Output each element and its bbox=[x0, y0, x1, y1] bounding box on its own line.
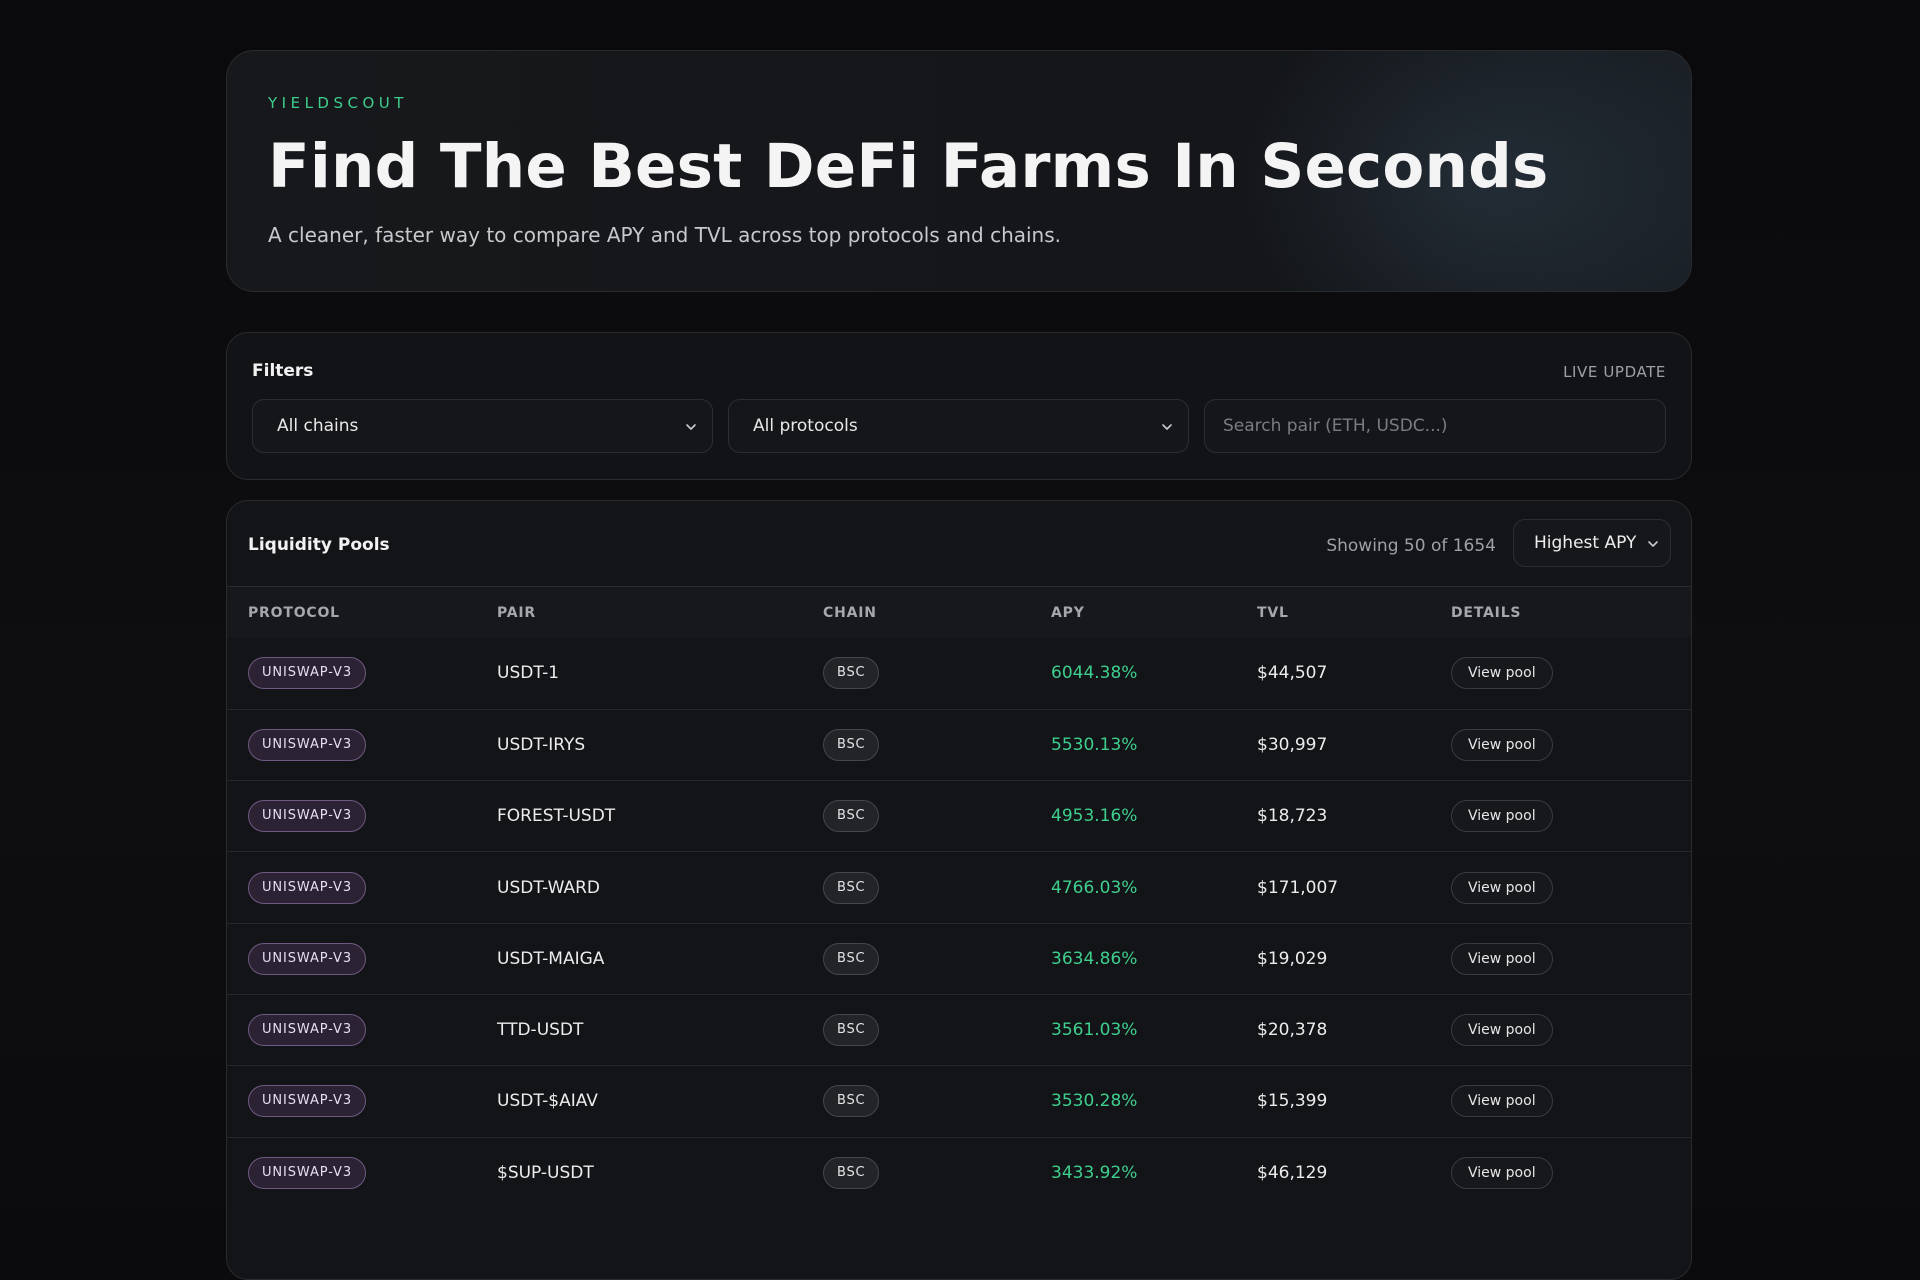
pair-cell: USDT-IRYS bbox=[497, 734, 586, 755]
apy-cell: 4766.03% bbox=[1051, 877, 1138, 898]
apy-cell: 3634.86% bbox=[1051, 948, 1138, 969]
liquidity-pools-panel: Liquidity Pools Showing 50 of 1654 Highe… bbox=[226, 500, 1692, 1280]
protocol-tag: UNISWAP-V3 bbox=[248, 800, 367, 833]
tvl-cell: $44,507 bbox=[1257, 663, 1328, 684]
chevron-down-icon bbox=[1648, 541, 1658, 547]
hero-banner: YIELDSCOUT Find The Best DeFi Farms In S… bbox=[226, 50, 1692, 292]
view-pool-button[interactable]: View pool bbox=[1451, 1085, 1553, 1118]
chain-tag: BSC bbox=[823, 942, 880, 975]
pair-cell: FOREST-USDT bbox=[497, 806, 616, 827]
chain-tag: BSC bbox=[823, 1014, 880, 1047]
protocol-tag: UNISWAP-V3 bbox=[248, 1156, 367, 1189]
apy-cell: 3561.03% bbox=[1051, 1020, 1138, 1041]
page-title: Find The Best DeFi Farms In Seconds bbox=[268, 131, 1549, 202]
filters-title: Filters bbox=[252, 361, 314, 381]
protocol-tag: UNISWAP-V3 bbox=[248, 871, 367, 904]
pair-cell: $SUP-USDT bbox=[497, 1162, 594, 1183]
protocol-tag: UNISWAP-V3 bbox=[248, 1014, 367, 1047]
chevron-down-icon bbox=[1162, 424, 1172, 430]
view-pool-button[interactable]: View pool bbox=[1451, 800, 1553, 833]
protocol-select-value: All protocols bbox=[753, 416, 858, 436]
view-pool-button[interactable]: View pool bbox=[1451, 1156, 1553, 1189]
column-header-tvl[interactable]: TVL bbox=[1257, 587, 1451, 638]
table-row: UNISWAP-V3 $SUP-USDT BSC 3433.92% $46,12… bbox=[227, 1137, 1691, 1208]
table-row: UNISWAP-V3 USDT-IRYS BSC 5530.13% $30,99… bbox=[227, 709, 1691, 780]
chain-tag: BSC bbox=[823, 1156, 880, 1189]
chain-tag: BSC bbox=[823, 728, 880, 761]
column-header-protocol[interactable]: PROTOCOL bbox=[227, 587, 497, 638]
chain-tag: BSC bbox=[823, 800, 880, 833]
chain-select[interactable]: All chains bbox=[252, 399, 713, 453]
tvl-cell: $46,129 bbox=[1257, 1162, 1328, 1183]
table-row: UNISWAP-V3 FOREST-USDT BSC 4953.16% $18,… bbox=[227, 780, 1691, 852]
apy-cell: 3433.92% bbox=[1051, 1162, 1138, 1183]
protocol-tag: UNISWAP-V3 bbox=[248, 1085, 367, 1118]
chain-select-value: All chains bbox=[277, 416, 359, 436]
apy-cell: 6044.38% bbox=[1051, 663, 1138, 684]
tvl-cell: $18,723 bbox=[1257, 806, 1328, 827]
pools-header: Liquidity Pools Showing 50 of 1654 Highe… bbox=[227, 501, 1691, 587]
protocol-tag: UNISWAP-V3 bbox=[248, 728, 367, 761]
search-placeholder: Search pair (ETH, USDC...) bbox=[1223, 416, 1448, 436]
column-header-details: DETAILS bbox=[1451, 604, 1522, 621]
pair-cell: USDT-$AIAV bbox=[497, 1091, 598, 1112]
brand-eyebrow: YIELDSCOUT bbox=[268, 94, 408, 112]
pair-cell: USDT-MAIGA bbox=[497, 948, 605, 969]
results-count: Showing 50 of 1654 bbox=[1326, 536, 1496, 556]
view-pool-button[interactable]: View pool bbox=[1451, 728, 1553, 761]
table-body: UNISWAP-V3 USDT-1 BSC 6044.38% $44,507 V… bbox=[227, 638, 1691, 1208]
page-subtitle: A cleaner, faster way to compare APY and… bbox=[268, 223, 1062, 247]
column-header-apy[interactable]: APY bbox=[1051, 587, 1257, 638]
apy-cell: 3530.28% bbox=[1051, 1091, 1138, 1112]
table-row: UNISWAP-V3 USDT-$AIAV BSC 3530.28% $15,3… bbox=[227, 1065, 1691, 1137]
filters-panel: Filters LIVE UPDATE All chains All proto… bbox=[226, 332, 1692, 480]
view-pool-button[interactable]: View pool bbox=[1451, 942, 1553, 975]
sort-select-value: Highest APY bbox=[1534, 533, 1637, 553]
pools-table: PROTOCOL PAIR CHAIN APY TVL DETAILS UNIS… bbox=[227, 587, 1691, 1208]
table-row: UNISWAP-V3 USDT-MAIGA BSC 3634.86% $19,0… bbox=[227, 923, 1691, 994]
table-row: UNISWAP-V3 USDT-WARD BSC 4766.03% $171,0… bbox=[227, 851, 1691, 923]
chain-tag: BSC bbox=[823, 1085, 880, 1118]
protocol-tag: UNISWAP-V3 bbox=[248, 657, 367, 690]
tvl-cell: $20,378 bbox=[1257, 1020, 1328, 1041]
page: YIELDSCOUT Find The Best DeFi Farms In S… bbox=[226, 50, 1692, 1280]
chain-tag: BSC bbox=[823, 657, 880, 690]
chevron-down-icon bbox=[686, 424, 696, 430]
search-input[interactable]: Search pair (ETH, USDC...) bbox=[1204, 399, 1666, 453]
tvl-cell: $19,029 bbox=[1257, 948, 1328, 969]
chain-tag: BSC bbox=[823, 871, 880, 904]
pools-title: Liquidity Pools bbox=[248, 535, 390, 555]
sort-select[interactable]: Highest APY bbox=[1513, 519, 1671, 567]
protocol-select[interactable]: All protocols bbox=[728, 399, 1189, 453]
view-pool-button[interactable]: View pool bbox=[1451, 1014, 1553, 1047]
protocol-tag: UNISWAP-V3 bbox=[248, 942, 367, 975]
view-pool-button[interactable]: View pool bbox=[1451, 871, 1553, 904]
table-row: UNISWAP-V3 TTD-USDT BSC 3561.03% $20,378… bbox=[227, 994, 1691, 1065]
live-update-label: LIVE UPDATE bbox=[1563, 363, 1666, 381]
apy-cell: 4953.16% bbox=[1051, 806, 1138, 827]
tvl-cell: $171,007 bbox=[1257, 877, 1339, 898]
column-header-pair[interactable]: PAIR bbox=[497, 587, 823, 638]
pair-cell: TTD-USDT bbox=[497, 1020, 584, 1041]
table-row: UNISWAP-V3 USDT-1 BSC 6044.38% $44,507 V… bbox=[227, 638, 1691, 709]
tvl-cell: $15,399 bbox=[1257, 1091, 1328, 1112]
apy-cell: 5530.13% bbox=[1051, 734, 1138, 755]
pair-cell: USDT-WARD bbox=[497, 877, 601, 898]
pair-cell: USDT-1 bbox=[497, 663, 560, 684]
view-pool-button[interactable]: View pool bbox=[1451, 657, 1553, 690]
tvl-cell: $30,997 bbox=[1257, 734, 1328, 755]
table-header-row: PROTOCOL PAIR CHAIN APY TVL DETAILS bbox=[227, 587, 1691, 638]
column-header-chain[interactable]: CHAIN bbox=[823, 587, 1051, 638]
table-header: PROTOCOL PAIR CHAIN APY TVL DETAILS bbox=[227, 587, 1691, 638]
